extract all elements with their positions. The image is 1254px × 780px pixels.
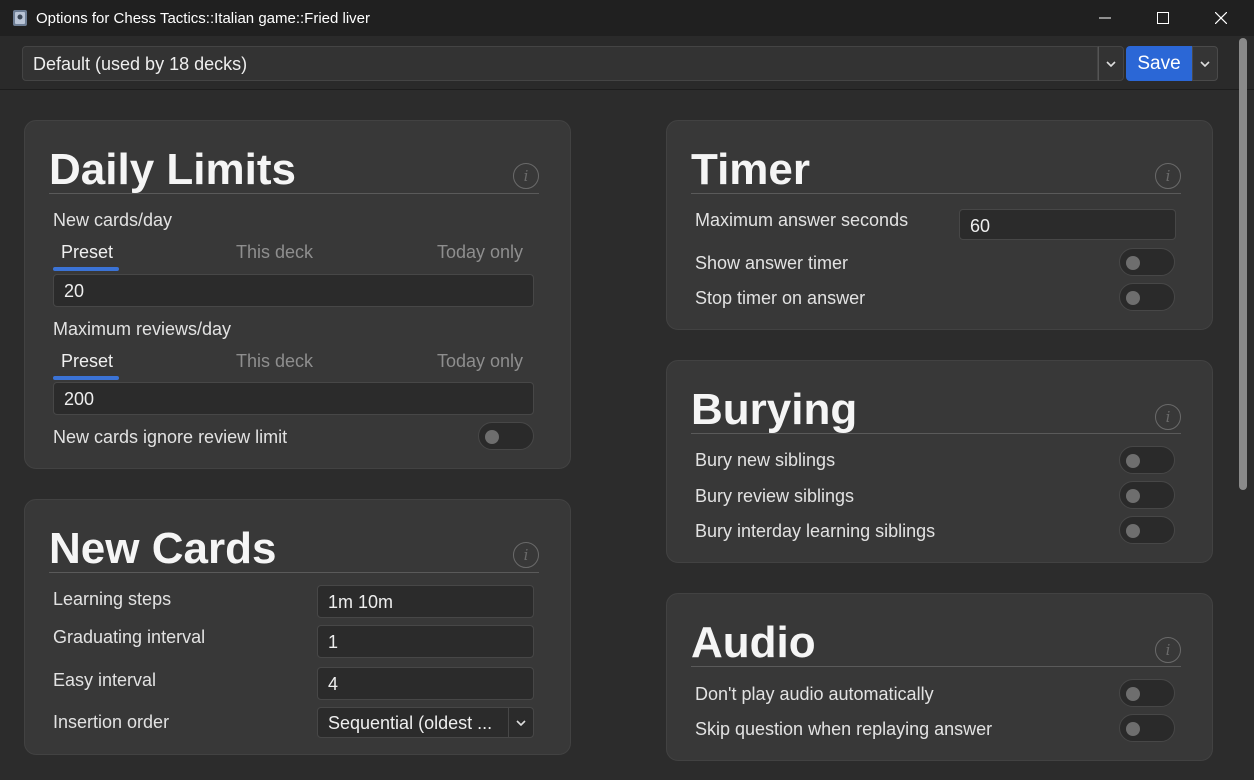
window-title: Options for Chess Tactics::Italian game:… — [36, 10, 371, 27]
tab-preset[interactable]: Preset — [61, 351, 113, 372]
section-divider — [49, 572, 539, 573]
easy-interval-value: 4 — [328, 674, 339, 694]
save-button[interactable]: Save — [1126, 46, 1192, 81]
title-bar: Options for Chess Tactics::Italian game:… — [0, 0, 1254, 36]
max-reviews-per-day-label: Maximum reviews/day — [53, 319, 232, 339]
active-tab-indicator — [53, 267, 119, 271]
stop-timer-toggle[interactable] — [1119, 283, 1175, 311]
max-answer-seconds-input[interactable]: 60 — [959, 209, 1176, 240]
section-divider — [691, 193, 1181, 194]
insertion-order-label: Insertion order — [53, 712, 170, 732]
skip-question-toggle[interactable] — [1119, 714, 1175, 742]
max-answer-seconds-value: 60 — [970, 216, 991, 236]
daily-limits-card: Daily Limits i New cards/day Preset This… — [24, 120, 571, 469]
daily-limits-title: Daily Limits — [49, 145, 296, 194]
max-reviews-per-day-input[interactable]: 200 — [53, 382, 534, 415]
tab-this-deck[interactable]: This deck — [236, 242, 313, 263]
info-icon[interactable]: i — [513, 163, 539, 189]
info-icon[interactable]: i — [1155, 163, 1181, 189]
easy-interval-label: Easy interval — [53, 670, 157, 690]
max-reviews-per-day-value: 200 — [64, 389, 95, 409]
new-cards-per-day-value: 20 — [64, 281, 85, 301]
scrollbar[interactable] — [1237, 38, 1251, 780]
info-icon[interactable]: i — [1155, 404, 1181, 430]
easy-interval-input[interactable]: 4 — [317, 667, 534, 700]
timer-card: Timer i Maximum answer seconds 60 Show a… — [666, 120, 1213, 330]
learning-steps-label: Learning steps — [53, 589, 172, 609]
graduating-interval-input[interactable]: 1 — [317, 625, 534, 658]
learning-steps-value: 1m 10m — [328, 592, 394, 612]
learning-steps-input[interactable]: 1m 10m — [317, 585, 534, 618]
burying-title: Burying — [691, 385, 858, 434]
bury-interday-siblings-toggle[interactable] — [1119, 516, 1175, 544]
minimize-button[interactable] — [1076, 0, 1134, 36]
tab-today-only[interactable]: Today only — [437, 351, 523, 372]
dont-play-audio-label: Don't play audio automatically — [695, 684, 934, 704]
active-tab-indicator — [53, 376, 119, 380]
tab-preset[interactable]: Preset — [61, 242, 113, 263]
app-icon — [12, 9, 28, 27]
show-answer-timer-label: Show answer timer — [695, 253, 849, 273]
bury-review-siblings-toggle[interactable] — [1119, 481, 1175, 509]
tab-this-deck[interactable]: This deck — [236, 351, 313, 372]
maximize-button[interactable] — [1134, 0, 1192, 36]
new-cards-per-day-input[interactable]: 20 — [53, 274, 534, 307]
section-divider — [49, 193, 539, 194]
info-icon[interactable]: i — [1155, 637, 1181, 663]
new-cards-card: New Cards i Learning steps 1m 10m Gradua… — [24, 499, 571, 755]
minimize-icon — [1099, 17, 1111, 19]
audio-title: Audio — [691, 618, 816, 667]
insertion-order-value: Sequential (oldest ... — [328, 713, 493, 733]
timer-title: Timer — [691, 145, 811, 194]
insertion-order-select[interactable]: Sequential (oldest ... — [317, 707, 534, 738]
chevron-down-icon — [508, 708, 533, 737]
show-answer-timer-toggle[interactable] — [1119, 248, 1175, 276]
audio-card: Audio i Don't play audio automatically S… — [666, 593, 1213, 761]
new-cards-title: New Cards — [49, 524, 277, 573]
max-answer-seconds-label: Maximum answer seconds — [695, 210, 909, 230]
burying-card: Burying i Bury new siblings Bury review … — [666, 360, 1213, 563]
new-cards-per-day-label: New cards/day — [53, 210, 173, 230]
maximize-icon — [1157, 12, 1169, 24]
preset-dropdown-button[interactable] — [1098, 46, 1124, 81]
tab-today-only[interactable]: Today only — [437, 242, 523, 263]
bury-new-siblings-label: Bury new siblings — [695, 450, 836, 470]
ignore-review-limit-label: New cards ignore review limit — [53, 427, 288, 447]
bury-interday-siblings-label: Bury interday learning siblings — [695, 521, 936, 541]
scrollbar-thumb[interactable] — [1239, 38, 1247, 490]
chevron-down-icon — [1106, 60, 1116, 67]
chevron-down-icon — [1200, 60, 1210, 67]
section-divider — [691, 433, 1181, 434]
stop-timer-label: Stop timer on answer — [695, 288, 866, 308]
save-options-button[interactable] — [1192, 46, 1218, 81]
info-icon[interactable]: i — [513, 542, 539, 568]
close-button[interactable] — [1192, 0, 1250, 36]
section-divider — [691, 666, 1181, 667]
close-icon — [1215, 12, 1227, 24]
graduating-interval-value: 1 — [328, 632, 339, 652]
preset-select[interactable]: Default (used by 18 decks) — [22, 46, 1098, 81]
ignore-review-limit-toggle[interactable] — [478, 422, 534, 450]
preset-select-value: Default (used by 18 decks) — [33, 54, 248, 74]
dont-play-audio-toggle[interactable] — [1119, 679, 1175, 707]
bury-review-siblings-label: Bury review siblings — [695, 486, 855, 506]
bury-new-siblings-toggle[interactable] — [1119, 446, 1175, 474]
graduating-interval-label: Graduating interval — [53, 627, 206, 647]
skip-question-label: Skip question when replaying answer — [695, 719, 993, 739]
